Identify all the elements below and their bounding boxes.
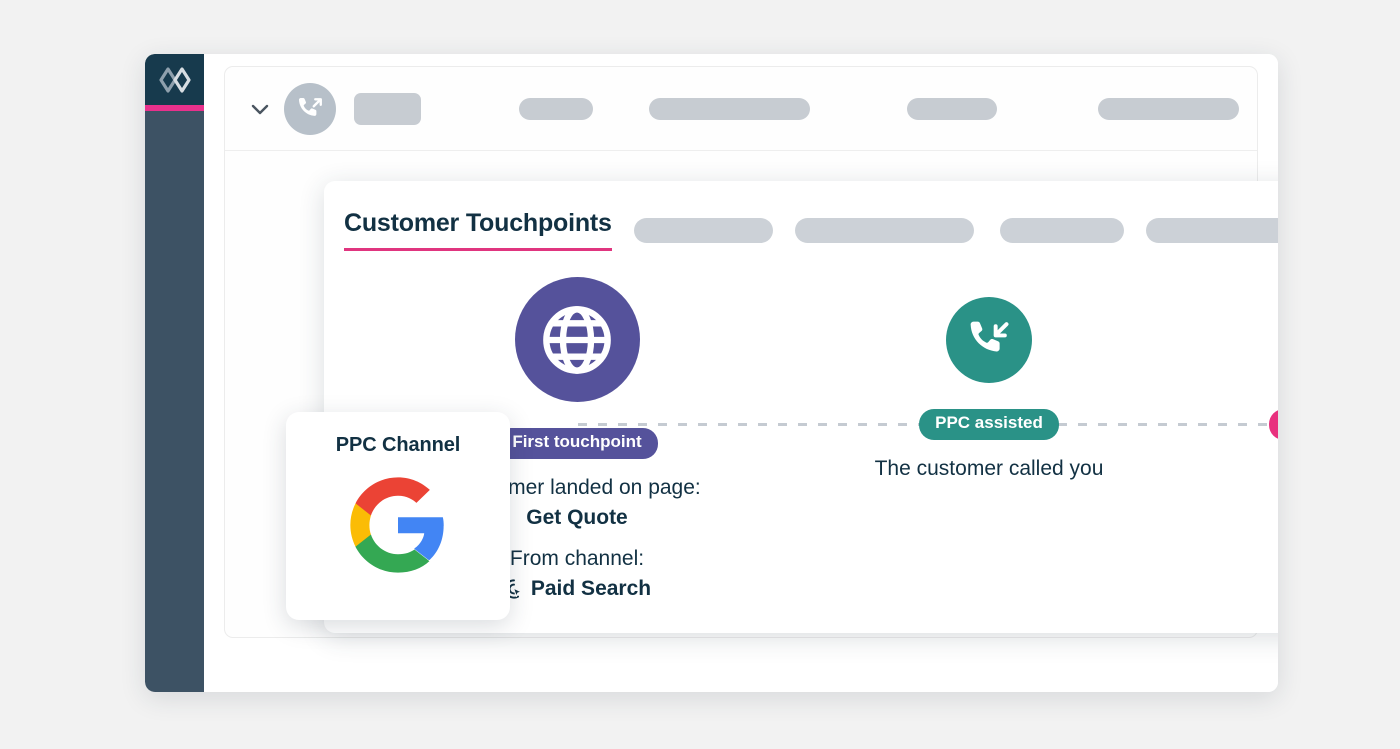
- node-line-4: Paid Search: [530, 577, 652, 601]
- globe-node-circle[interactable]: [514, 277, 640, 402]
- globe-icon: [543, 305, 611, 374]
- customer-touchpoints-card: Customer Touchpoints First touchpoint Cu…: [286, 181, 1278, 633]
- topbar-placeholder-5[interactable]: [1097, 97, 1239, 120]
- badge-group: This call PPC assisted: [1269, 409, 1278, 440]
- status-badge: First touchpoint: [496, 428, 658, 459]
- card-header-placeholder-4[interactable]: [1145, 217, 1278, 243]
- sidebar: [145, 54, 204, 692]
- sidebar-accent-bar: [145, 105, 204, 111]
- node-description: The customer called you: [875, 454, 1104, 484]
- badge-group: PPC assisted: [919, 409, 1059, 440]
- ppc-channel-tile: PPC Channel: [286, 412, 510, 620]
- topbar-placeholder-2[interactable]: [519, 97, 593, 120]
- topbar-placeholder-1[interactable]: [354, 92, 422, 125]
- status-badge-this-call: This call: [1269, 409, 1278, 440]
- card-header-placeholders: [612, 217, 1278, 243]
- chevron-down-glyph: [251, 104, 268, 114]
- toolbar: [225, 67, 1257, 151]
- card-header: Customer Touchpoints: [324, 207, 1278, 253]
- google-logo: [350, 477, 444, 573]
- node-line-1: The customer called you: [874, 456, 1104, 480]
- status-badge: PPC assisted: [919, 409, 1059, 440]
- card-header-placeholder-2[interactable]: [794, 217, 974, 243]
- timeline-node-inbound-call: PPC assisted The customer called you: [804, 277, 1174, 484]
- timeline-node-outbound-call: This call PPC assisted You called the cu…: [1198, 277, 1278, 484]
- badge-group: First touchpoint: [496, 428, 658, 459]
- inbound-call-node-circle[interactable]: [946, 297, 1032, 383]
- topbar-placeholder-3[interactable]: [648, 97, 810, 120]
- topbar-placeholder-4[interactable]: [906, 97, 997, 120]
- brand-logo-icon: [158, 66, 191, 93]
- sidebar-logo-area[interactable]: [145, 54, 204, 105]
- page-title: Customer Touchpoints: [344, 209, 612, 251]
- outbound-call-avatar[interactable]: [284, 82, 337, 135]
- card-header-placeholder-3[interactable]: [999, 217, 1124, 243]
- app-window: Customer Touchpoints First touchpoint Cu…: [145, 54, 1278, 692]
- ppc-channel-title: PPC Channel: [335, 434, 461, 456]
- main-content: Customer Touchpoints First touchpoint Cu…: [204, 54, 1278, 692]
- inbound-call-icon: [970, 321, 1009, 352]
- card-header-placeholder-1[interactable]: [633, 217, 773, 243]
- chevron-down-icon[interactable]: [243, 91, 276, 127]
- outbound-call-icon: [299, 97, 323, 116]
